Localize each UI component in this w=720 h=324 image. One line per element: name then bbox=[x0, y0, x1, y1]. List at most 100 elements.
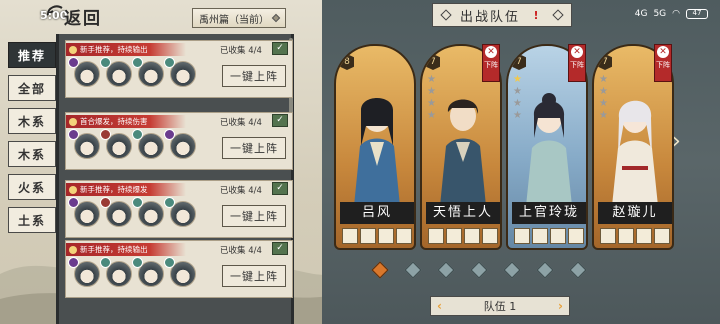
equipment-slot[interactable] bbox=[342, 228, 358, 244]
equipment-slot[interactable] bbox=[428, 228, 444, 244]
deploy-button[interactable]: 一键上阵 bbox=[222, 205, 286, 227]
tag-icon bbox=[69, 245, 77, 254]
hero-name: 上官玲珑 bbox=[512, 202, 586, 224]
wifi-icon: ◠ bbox=[672, 9, 680, 19]
filter-tabs: 推荐 全部 木系 木系 火系 土系 bbox=[8, 42, 56, 240]
lineup-tag: 新手推荐，持续输出 bbox=[66, 43, 186, 56]
avatar[interactable] bbox=[100, 57, 132, 87]
equipment-slot[interactable] bbox=[568, 228, 584, 244]
page-dot[interactable] bbox=[371, 261, 389, 279]
avatar[interactable] bbox=[68, 257, 100, 287]
avatar[interactable] bbox=[164, 57, 196, 87]
equipment-slot[interactable] bbox=[378, 228, 394, 244]
page-dot[interactable] bbox=[470, 261, 488, 279]
tab-recommended[interactable]: 推荐 bbox=[8, 42, 56, 68]
page-dot[interactable] bbox=[536, 261, 554, 279]
element-icon bbox=[164, 197, 175, 208]
page-dot[interactable] bbox=[404, 261, 422, 279]
lineup-tag: 首合爆发，持续伤害 bbox=[66, 115, 186, 128]
team-title: 出战队伍 bbox=[459, 9, 520, 25]
equipment-slot[interactable] bbox=[654, 228, 670, 244]
chevron-left-icon[interactable]: ‹ bbox=[437, 299, 442, 313]
equipment-slot[interactable] bbox=[600, 228, 616, 244]
avatar[interactable] bbox=[68, 57, 100, 87]
equipment-slot[interactable] bbox=[360, 228, 376, 244]
chevron-right-icon[interactable]: › bbox=[672, 130, 688, 154]
avatar[interactable] bbox=[164, 197, 196, 227]
signal-5g: 5G bbox=[653, 9, 667, 19]
equipment-slot[interactable] bbox=[482, 228, 498, 244]
hero-name: 赵璇儿 bbox=[598, 202, 672, 224]
remove-hero-2-button[interactable]: ✕ 下阵 bbox=[482, 44, 500, 82]
star-icon: ★ bbox=[599, 74, 608, 85]
equipment-slot[interactable] bbox=[532, 228, 548, 244]
equipment-slot[interactable] bbox=[446, 228, 462, 244]
team-title-bar: 出战队伍 ! bbox=[432, 3, 572, 27]
close-icon: ✕ bbox=[657, 46, 669, 58]
element-icon bbox=[132, 129, 143, 140]
system-icons: 4G 5G ◠ 47 bbox=[635, 9, 708, 19]
chapter-selector[interactable]: 禹州篇（当前） bbox=[192, 8, 286, 28]
avatar[interactable] bbox=[68, 129, 100, 159]
avatar-row bbox=[68, 57, 196, 87]
avatar[interactable] bbox=[132, 257, 164, 287]
avatar[interactable] bbox=[132, 129, 164, 159]
hero-card-1[interactable]: 8 吕风 bbox=[334, 44, 416, 250]
page-dot[interactable] bbox=[437, 261, 455, 279]
avatar[interactable] bbox=[100, 197, 132, 227]
check-icon: ✓ bbox=[272, 182, 288, 195]
equipment-slot[interactable] bbox=[514, 228, 530, 244]
element-icon bbox=[164, 129, 175, 140]
deploy-button[interactable]: 一键上阵 bbox=[222, 265, 286, 287]
tag-icon bbox=[69, 185, 77, 194]
close-icon: ✕ bbox=[485, 46, 497, 58]
hero-name: 天悟上人 bbox=[426, 202, 500, 224]
element-icon bbox=[100, 197, 111, 208]
tab-fire[interactable]: 火系 bbox=[8, 174, 56, 200]
avatar[interactable] bbox=[100, 129, 132, 159]
tab-wood-2[interactable]: 木系 bbox=[8, 141, 56, 167]
equipment-slot[interactable] bbox=[618, 228, 634, 244]
team-selector-label: 队伍 1 bbox=[483, 300, 517, 313]
avatar[interactable] bbox=[100, 257, 132, 287]
warning-icon[interactable]: ! bbox=[530, 9, 544, 22]
element-icon bbox=[164, 57, 175, 68]
avatar[interactable] bbox=[132, 197, 164, 227]
avatar[interactable] bbox=[68, 197, 100, 227]
star-icon: ★ bbox=[427, 74, 436, 85]
hero-portrait bbox=[612, 100, 658, 206]
page-dot[interactable] bbox=[569, 261, 587, 279]
chevron-right-icon[interactable]: › bbox=[558, 299, 563, 313]
equipment-row bbox=[428, 228, 498, 244]
avatar[interactable] bbox=[164, 129, 196, 159]
element-icon bbox=[132, 257, 143, 268]
lineup-card: 新手推荐，持续爆发 已收集 4/4 ✓ 一键上阵 bbox=[65, 180, 293, 238]
lineup-list[interactable]: 新手推荐，持续输出 已收集 4/4 ✓ 一键上阵 首合爆发，持续伤害 已收集 4… bbox=[56, 34, 294, 324]
equipment-slot[interactable] bbox=[396, 228, 412, 244]
deploy-button[interactable]: 一键上阵 bbox=[222, 65, 286, 87]
tab-earth[interactable]: 土系 bbox=[8, 207, 56, 233]
diamond-icon bbox=[271, 13, 281, 23]
equipment-row bbox=[600, 228, 670, 244]
deploy-button[interactable]: 一键上阵 bbox=[222, 137, 286, 159]
check-icon: ✓ bbox=[272, 242, 288, 255]
tab-wood-1[interactable]: 木系 bbox=[8, 108, 56, 134]
equipment-slot[interactable] bbox=[464, 228, 480, 244]
remove-hero-4-button[interactable]: ✕ 下阵 bbox=[654, 44, 672, 82]
element-icon bbox=[164, 257, 175, 268]
level-badge: 7 bbox=[512, 54, 526, 70]
lineup-tag: 新手推荐，持续爆发 bbox=[66, 183, 186, 196]
close-icon: ✕ bbox=[571, 46, 583, 58]
avatar[interactable] bbox=[164, 257, 196, 287]
element-icon bbox=[132, 197, 143, 208]
back-button[interactable]: 返回 bbox=[64, 4, 102, 29]
remove-hero-3-button[interactable]: ✕ 下阵 bbox=[568, 44, 586, 82]
tag-icon bbox=[69, 117, 77, 126]
equipment-slot[interactable] bbox=[636, 228, 652, 244]
equipment-slot[interactable] bbox=[550, 228, 566, 244]
diamond-icon bbox=[552, 9, 564, 21]
page-dot[interactable] bbox=[503, 261, 521, 279]
collected-count: 已收集 4/4 bbox=[220, 186, 262, 196]
tab-all[interactable]: 全部 bbox=[8, 75, 56, 101]
avatar[interactable] bbox=[132, 57, 164, 87]
